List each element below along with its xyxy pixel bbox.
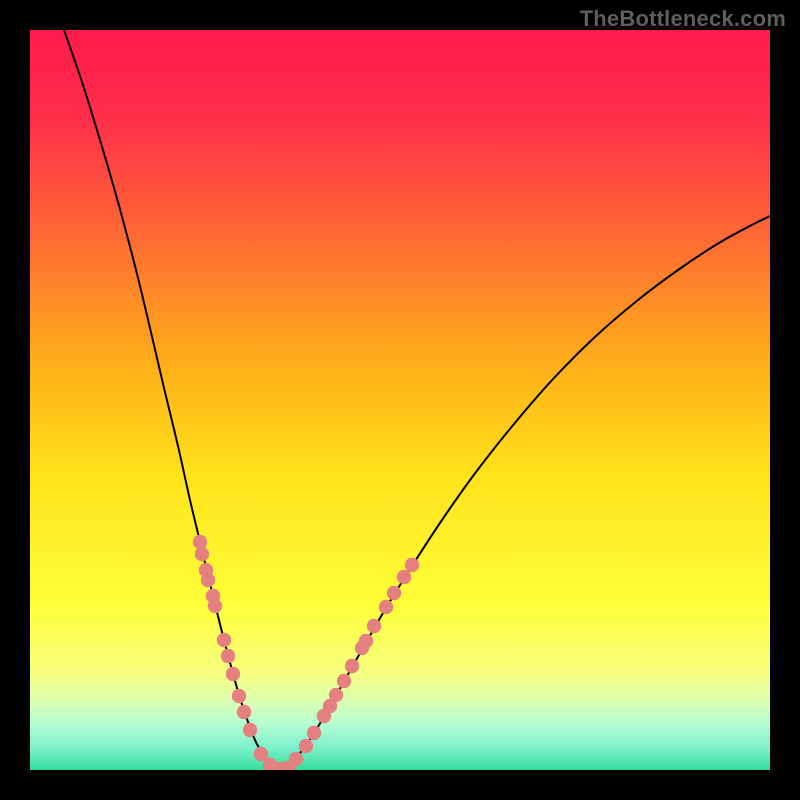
data-dot (367, 619, 381, 633)
data-dot (217, 633, 231, 647)
data-dot (201, 573, 215, 587)
data-dot (307, 726, 321, 740)
plot-area (30, 30, 770, 770)
watermark-text: TheBottleneck.com (580, 6, 786, 32)
data-dot (379, 600, 393, 614)
data-dot (289, 752, 303, 766)
data-dot (397, 570, 411, 584)
data-dot (299, 739, 313, 753)
data-dot (329, 688, 343, 702)
data-dot (208, 599, 222, 613)
data-dot (405, 558, 419, 572)
data-dot (237, 705, 251, 719)
curve-layer (30, 30, 770, 770)
data-dot (359, 634, 373, 648)
data-dot (345, 659, 359, 673)
curve-right-curve (280, 216, 770, 770)
data-dot (387, 586, 401, 600)
data-dot (195, 547, 209, 561)
chart-frame: TheBottleneck.com (0, 0, 800, 800)
data-dot (337, 674, 351, 688)
data-dot (243, 723, 257, 737)
data-dot (193, 535, 207, 549)
data-dot (221, 649, 235, 663)
data-dot (226, 667, 240, 681)
curve-left-curve (64, 30, 280, 770)
data-dot (232, 689, 246, 703)
